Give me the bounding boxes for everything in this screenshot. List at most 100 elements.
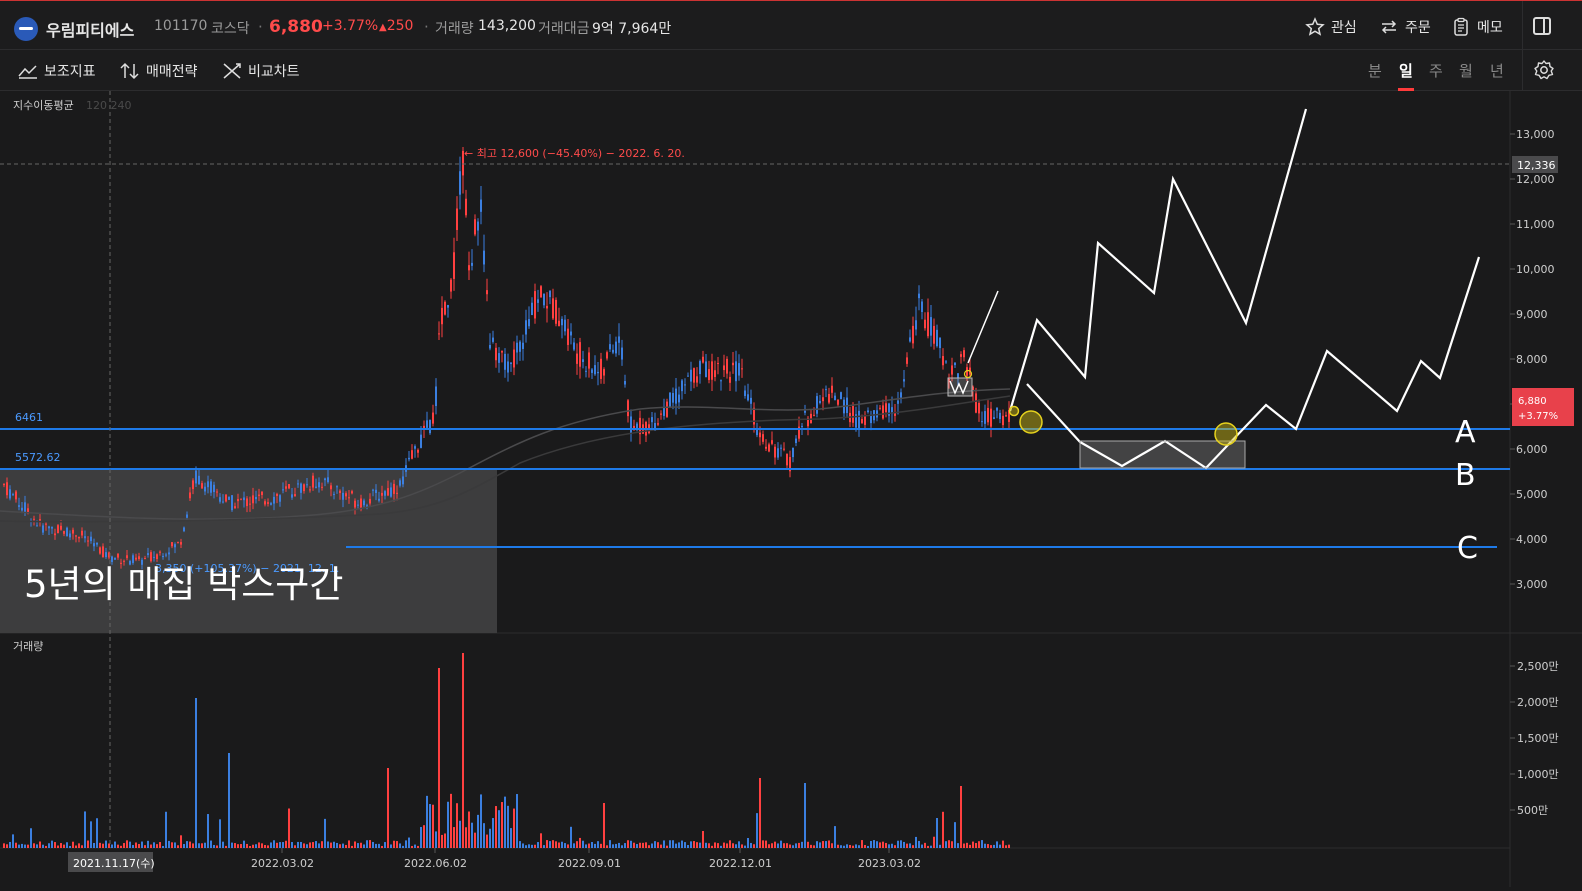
gear-icon[interactable] — [1533, 59, 1555, 81]
volume-bar — [75, 845, 77, 848]
volume-bar — [561, 841, 563, 848]
volume-bar — [921, 844, 923, 848]
indicator-button[interactable]: 보조지표 — [18, 61, 96, 81]
marker-circle-small — [1008, 405, 1020, 417]
volume-bar — [663, 840, 665, 848]
candle-body — [930, 317, 932, 336]
candle-body — [114, 557, 116, 560]
candle-body — [963, 350, 965, 358]
volume-bar — [990, 845, 992, 848]
period-week[interactable]: 주 — [1429, 60, 1443, 81]
candle-body — [957, 373, 959, 378]
watch-button[interactable]: 관심 — [1305, 15, 1357, 39]
volume-bar — [846, 844, 848, 848]
candle-body — [216, 491, 218, 493]
volume-bar — [531, 844, 533, 848]
volume-bar — [960, 786, 962, 848]
candle-body — [504, 353, 506, 370]
period-year[interactable]: 년 — [1490, 60, 1504, 81]
memo-button[interactable]: 메모 — [1451, 15, 1503, 39]
candle-body — [399, 480, 401, 486]
volume-bar — [381, 845, 383, 848]
candle-body — [960, 354, 962, 357]
period-minute[interactable]: 분 — [1368, 60, 1382, 81]
candle-body — [975, 393, 977, 413]
volume-bar — [324, 818, 326, 848]
candle-body — [9, 489, 11, 499]
volume-bar — [876, 841, 878, 848]
volume-bar — [423, 825, 425, 848]
volume-bar — [432, 804, 434, 848]
period-month[interactable]: 월 — [1459, 60, 1473, 81]
volume-bar — [777, 843, 779, 848]
candle-body — [207, 481, 209, 488]
candle-body — [522, 342, 524, 349]
candle-body — [780, 447, 782, 449]
chart-toolbar: 보조지표 매매전략 비교차트 분 일 주 월 년 — [0, 50, 1582, 91]
volume-bar — [204, 842, 206, 848]
volume-bar — [861, 840, 863, 848]
candle-body — [195, 470, 197, 484]
volume-bar — [474, 832, 476, 848]
candle-body — [483, 250, 485, 265]
change-percent: +3.77% — [322, 18, 379, 34]
volume-bar — [696, 842, 698, 848]
volume-bar — [810, 844, 812, 848]
volume-value: 143,200 — [478, 18, 536, 34]
volume-bar — [453, 827, 455, 848]
volume-bar — [237, 844, 239, 848]
candle-body — [684, 384, 686, 386]
side-panel-icon[interactable] — [1533, 17, 1551, 35]
volume-bar — [672, 840, 674, 848]
volume-bar — [411, 845, 413, 848]
candle-body — [12, 494, 14, 496]
candle-body — [651, 417, 653, 423]
volume-bar — [24, 844, 26, 848]
up-triangle-icon: ▲ — [379, 22, 387, 33]
candle-body — [258, 494, 260, 496]
stock-name[interactable]: 우림피티에스 — [46, 17, 134, 41]
compare-button[interactable]: 비교차트 — [222, 61, 300, 81]
volume-bar — [966, 842, 968, 848]
period-day[interactable]: 일 — [1398, 60, 1414, 91]
candle-body — [945, 361, 947, 363]
candle-body — [699, 361, 701, 375]
candle-body — [567, 328, 569, 345]
candle-body — [426, 420, 428, 428]
candle-body — [513, 349, 515, 368]
candle-body — [996, 407, 998, 411]
volume-bar — [570, 826, 572, 848]
volume-bar — [534, 844, 536, 848]
candle-body — [681, 380, 683, 392]
volume-bar — [234, 843, 236, 848]
volume-label: 거래량 — [435, 21, 474, 37]
candle-body — [432, 412, 434, 424]
candle-body — [909, 337, 911, 342]
volume-bar — [492, 818, 494, 848]
candle-body — [102, 546, 104, 558]
candle-body — [117, 553, 119, 558]
order-button[interactable]: 주문 — [1379, 15, 1431, 39]
candle-body — [363, 500, 365, 506]
candle-body — [42, 525, 44, 533]
candle-body — [678, 394, 680, 403]
volume-bar — [891, 843, 893, 848]
chart-area[interactable]: 지수이동평균 120 240 6461 5572.62 ← 최고 12,600 … — [0, 91, 1582, 887]
volume-bar — [342, 843, 344, 848]
candle-body — [900, 392, 902, 398]
volume-bar — [651, 843, 653, 848]
price-tick-label: 11,000 — [1516, 218, 1555, 231]
candle-body — [309, 489, 311, 491]
candle-body — [459, 171, 461, 195]
candle-body — [870, 414, 872, 424]
volume-bar — [267, 845, 269, 848]
candle-body — [273, 496, 275, 504]
volume-bar — [864, 844, 866, 848]
price-chart[interactable]: 지수이동평균 120 240 6461 5572.62 ← 최고 12,600 … — [0, 91, 1582, 887]
volume-bar — [585, 844, 587, 848]
strategy-button[interactable]: 매매전략 — [120, 61, 198, 81]
candle-body — [303, 484, 305, 492]
volume-bar — [630, 840, 632, 848]
volume-bar — [219, 819, 221, 848]
volume-bar — [717, 843, 719, 848]
